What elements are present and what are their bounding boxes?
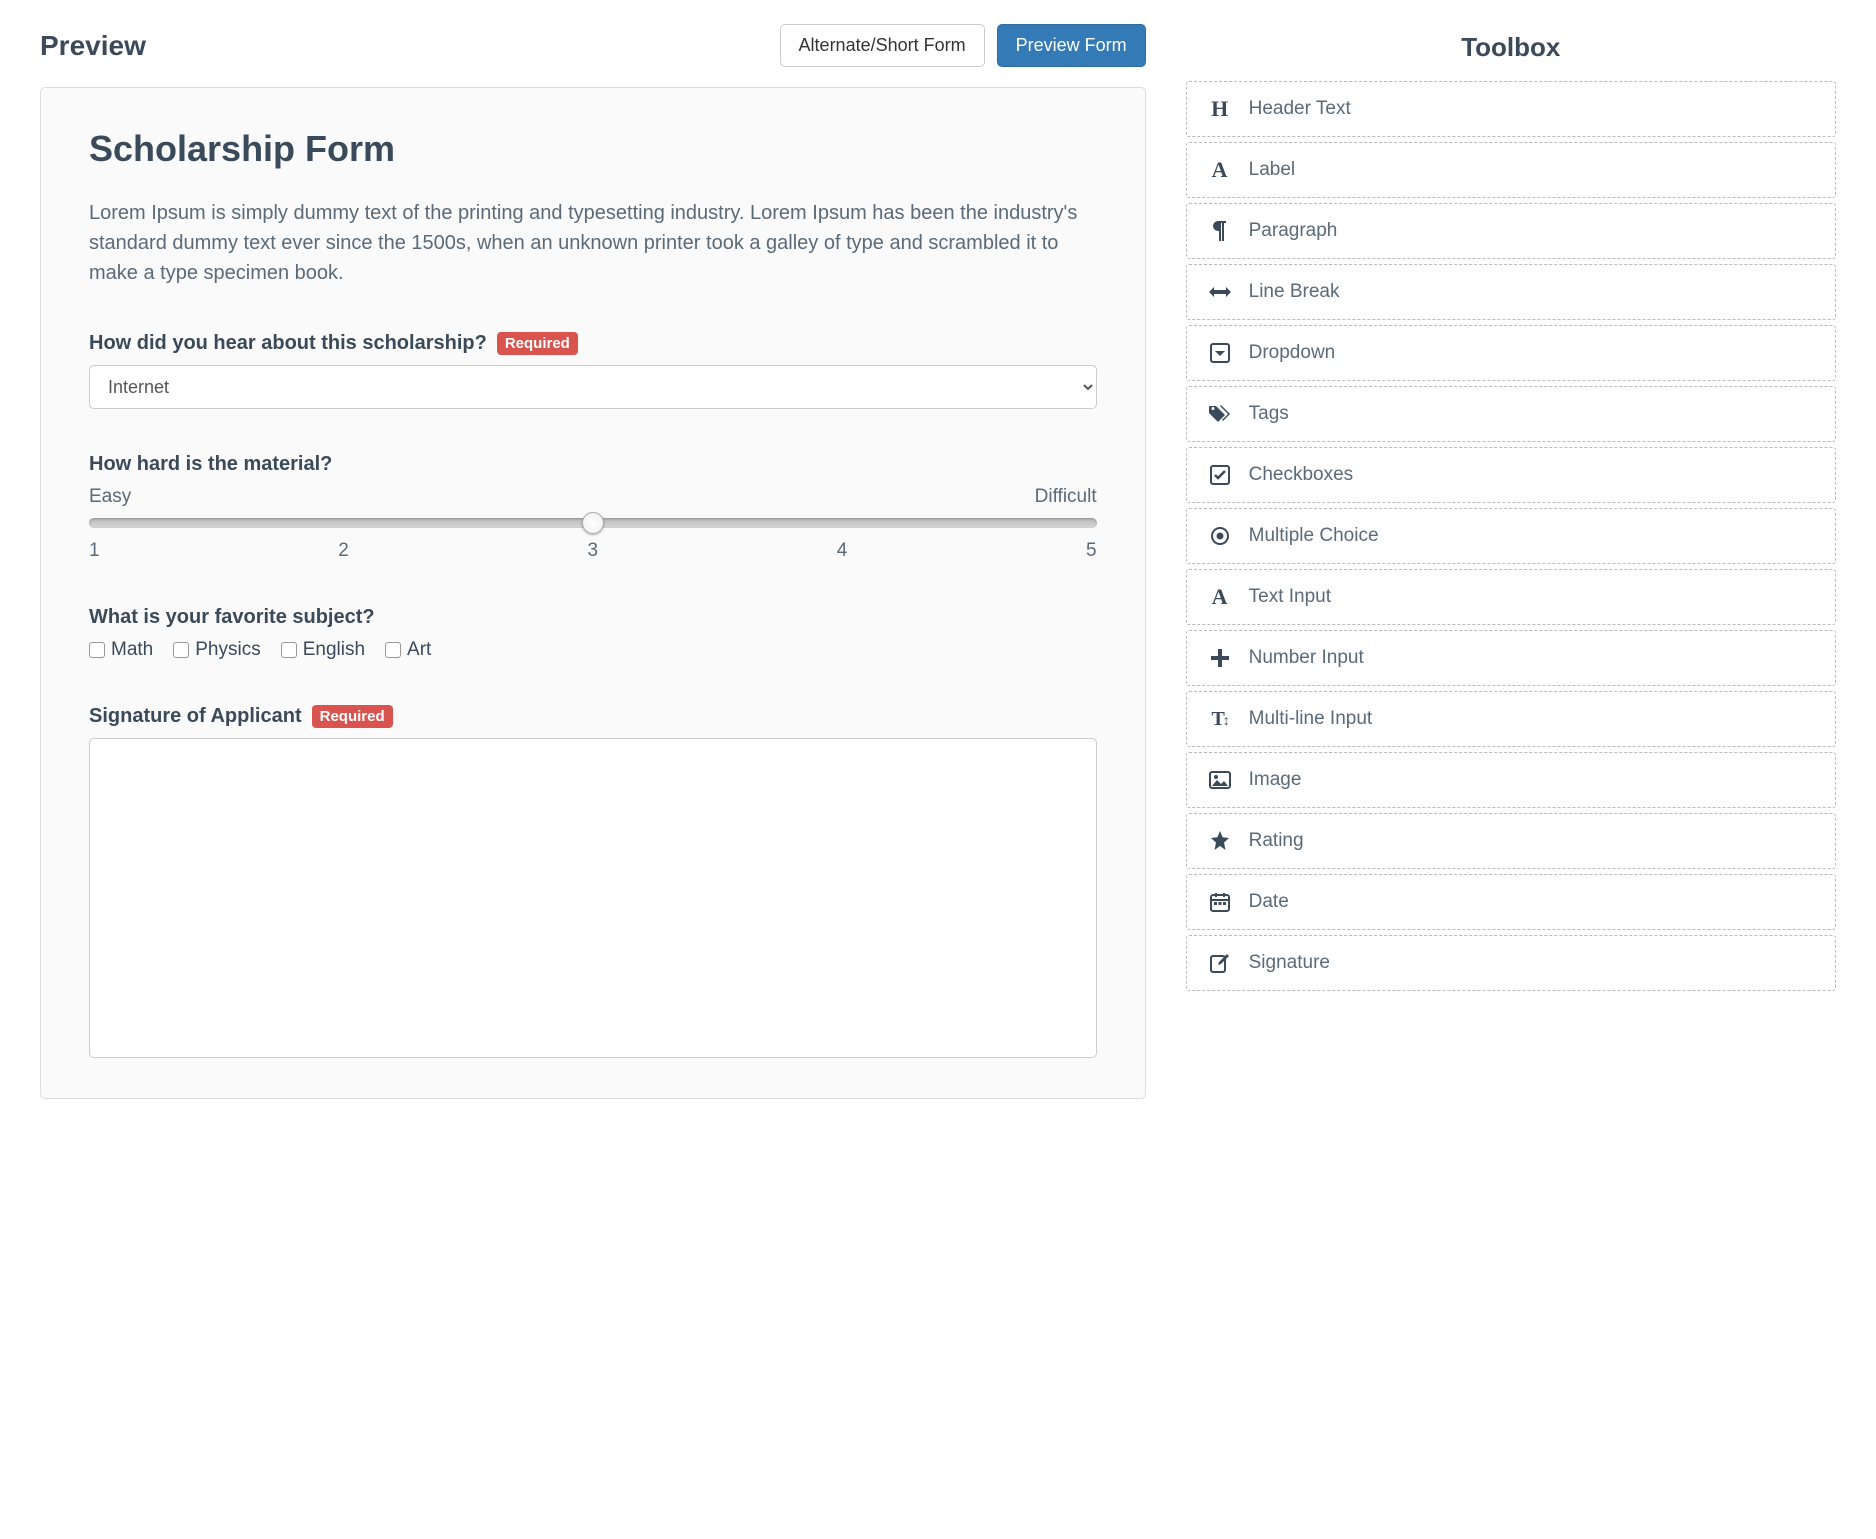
paragraph-icon bbox=[1209, 220, 1231, 242]
field-label: How did you hear about this scholarship? bbox=[89, 332, 487, 355]
toolbox-title: Toolbox bbox=[1186, 32, 1836, 63]
slider-thumb[interactable] bbox=[582, 512, 604, 534]
toolbox-item-label: Checkboxes bbox=[1249, 464, 1354, 486]
checkbox-label: Physics bbox=[195, 639, 260, 661]
arrows-h-icon bbox=[1209, 281, 1231, 303]
slider-tick: 5 bbox=[1086, 540, 1097, 562]
checkbox-option[interactable]: Math bbox=[89, 639, 153, 661]
toolbox-item-label: Multiple Choice bbox=[1249, 525, 1379, 547]
checkbox-label: Art bbox=[407, 639, 431, 661]
toolbox-item-header-text[interactable]: H Header Text bbox=[1186, 81, 1836, 137]
field-label: Signature of Applicant bbox=[89, 705, 302, 728]
font-icon: A bbox=[1209, 586, 1231, 608]
signature-field: Signature of Applicant Required bbox=[89, 705, 1097, 1058]
signature-canvas[interactable] bbox=[89, 738, 1097, 1058]
toolbox-item-checkboxes[interactable]: Checkboxes bbox=[1186, 447, 1836, 503]
checkbox-option[interactable]: Art bbox=[385, 639, 431, 661]
required-badge: Required bbox=[312, 705, 393, 728]
toolbox-item-label: Text Input bbox=[1249, 586, 1331, 608]
calendar-icon bbox=[1209, 891, 1231, 913]
slider-min-label: Easy bbox=[89, 486, 131, 508]
toolbox-item-label: Paragraph bbox=[1249, 220, 1338, 242]
checkbox-icon bbox=[173, 642, 189, 658]
dropdown-field: How did you hear about this scholarship?… bbox=[89, 332, 1097, 409]
slider-tick: 2 bbox=[338, 540, 349, 562]
toolbox-item-label: Header Text bbox=[1249, 98, 1351, 120]
checkbox-icon bbox=[281, 642, 297, 658]
header-actions: Alternate/Short Form Preview Form bbox=[780, 24, 1146, 67]
slider-ticks: 1 2 3 4 5 bbox=[89, 540, 1097, 562]
checkbox-icon bbox=[89, 642, 105, 658]
toolbox-item-number-input[interactable]: Number Input bbox=[1186, 630, 1836, 686]
required-badge: Required bbox=[497, 332, 578, 355]
slider-max-label: Difficult bbox=[1035, 486, 1097, 508]
toolbox-item-image[interactable]: Image bbox=[1186, 752, 1836, 808]
toolbox-item-label: Multi-line Input bbox=[1249, 708, 1373, 730]
page-title: Preview bbox=[40, 30, 146, 62]
toolbox-list: H Header Text A Label Paragraph Line Break Dro… bbox=[1186, 81, 1836, 991]
preview-header: Preview Alternate/Short Form Preview For… bbox=[40, 24, 1146, 67]
star-icon bbox=[1209, 830, 1231, 852]
checkbox-option[interactable]: English bbox=[281, 639, 365, 661]
alternate-form-button[interactable]: Alternate/Short Form bbox=[780, 24, 985, 67]
checkbox-label: English bbox=[303, 639, 365, 661]
image-icon bbox=[1209, 769, 1231, 791]
toolbox-item-label: Rating bbox=[1249, 830, 1304, 852]
toolbox-item-line-break[interactable]: Line Break bbox=[1186, 264, 1836, 320]
toolbox-item-dropdown[interactable]: Dropdown bbox=[1186, 325, 1836, 381]
toolbox-item-signature[interactable]: Signature bbox=[1186, 935, 1836, 991]
checkbox-option[interactable]: Physics bbox=[173, 639, 260, 661]
slider-field: How hard is the material? Easy Difficult… bbox=[89, 453, 1097, 562]
toolbox-item-label: Dropdown bbox=[1249, 342, 1336, 364]
field-label: How hard is the material? bbox=[89, 453, 332, 476]
toolbox-item-rating[interactable]: Rating bbox=[1186, 813, 1836, 869]
header-icon: H bbox=[1209, 98, 1231, 120]
check-square-icon bbox=[1209, 464, 1231, 486]
toolbox-item-tags[interactable]: Tags bbox=[1186, 386, 1836, 442]
plus-icon bbox=[1209, 647, 1231, 669]
toolbox-item-paragraph[interactable]: Paragraph bbox=[1186, 203, 1836, 259]
form-description: Lorem Ipsum is simply dummy text of the … bbox=[89, 198, 1097, 288]
slider-tick: 4 bbox=[837, 540, 848, 562]
form-preview-panel: Scholarship Form Lorem Ipsum is simply d… bbox=[40, 87, 1146, 1099]
preview-form-button[interactable]: Preview Form bbox=[997, 24, 1146, 67]
toolbox-item-label[interactable]: A Label bbox=[1186, 142, 1836, 198]
toolbox-item-label: Signature bbox=[1249, 952, 1330, 974]
dot-circle-icon bbox=[1209, 525, 1231, 547]
toolbox-item-label: Number Input bbox=[1249, 647, 1364, 669]
toolbox-item-label: Date bbox=[1249, 891, 1289, 913]
checkbox-label: Math bbox=[111, 639, 153, 661]
difficulty-slider[interactable] bbox=[89, 512, 1097, 534]
toolbox-item-multiple-choice[interactable]: Multiple Choice bbox=[1186, 508, 1836, 564]
text-height-icon: T↕ bbox=[1209, 708, 1231, 730]
field-label: What is your favorite subject? bbox=[89, 606, 375, 629]
caret-square-down-icon bbox=[1209, 342, 1231, 364]
toolbox-item-date[interactable]: Date bbox=[1186, 874, 1836, 930]
toolbox-item-label: Tags bbox=[1249, 403, 1289, 425]
pencil-square-icon bbox=[1209, 952, 1231, 974]
toolbox-item-label: Line Break bbox=[1249, 281, 1340, 303]
checkbox-field: What is your favorite subject? Math Phys… bbox=[89, 606, 1097, 661]
slider-tick: 3 bbox=[588, 540, 599, 562]
form-title: Scholarship Form bbox=[89, 128, 1097, 170]
checkbox-icon bbox=[385, 642, 401, 658]
tags-icon bbox=[1209, 403, 1231, 425]
font-icon: A bbox=[1209, 159, 1231, 181]
hear-about-select[interactable]: Internet bbox=[89, 365, 1097, 409]
toolbox-item-multi-line-input[interactable]: T↕ Multi-line Input bbox=[1186, 691, 1836, 747]
slider-tick: 1 bbox=[89, 540, 100, 562]
toolbox-item-text-input[interactable]: A Text Input bbox=[1186, 569, 1836, 625]
toolbox-item-label: Image bbox=[1249, 769, 1302, 791]
toolbox-item-label: Label bbox=[1249, 159, 1296, 181]
